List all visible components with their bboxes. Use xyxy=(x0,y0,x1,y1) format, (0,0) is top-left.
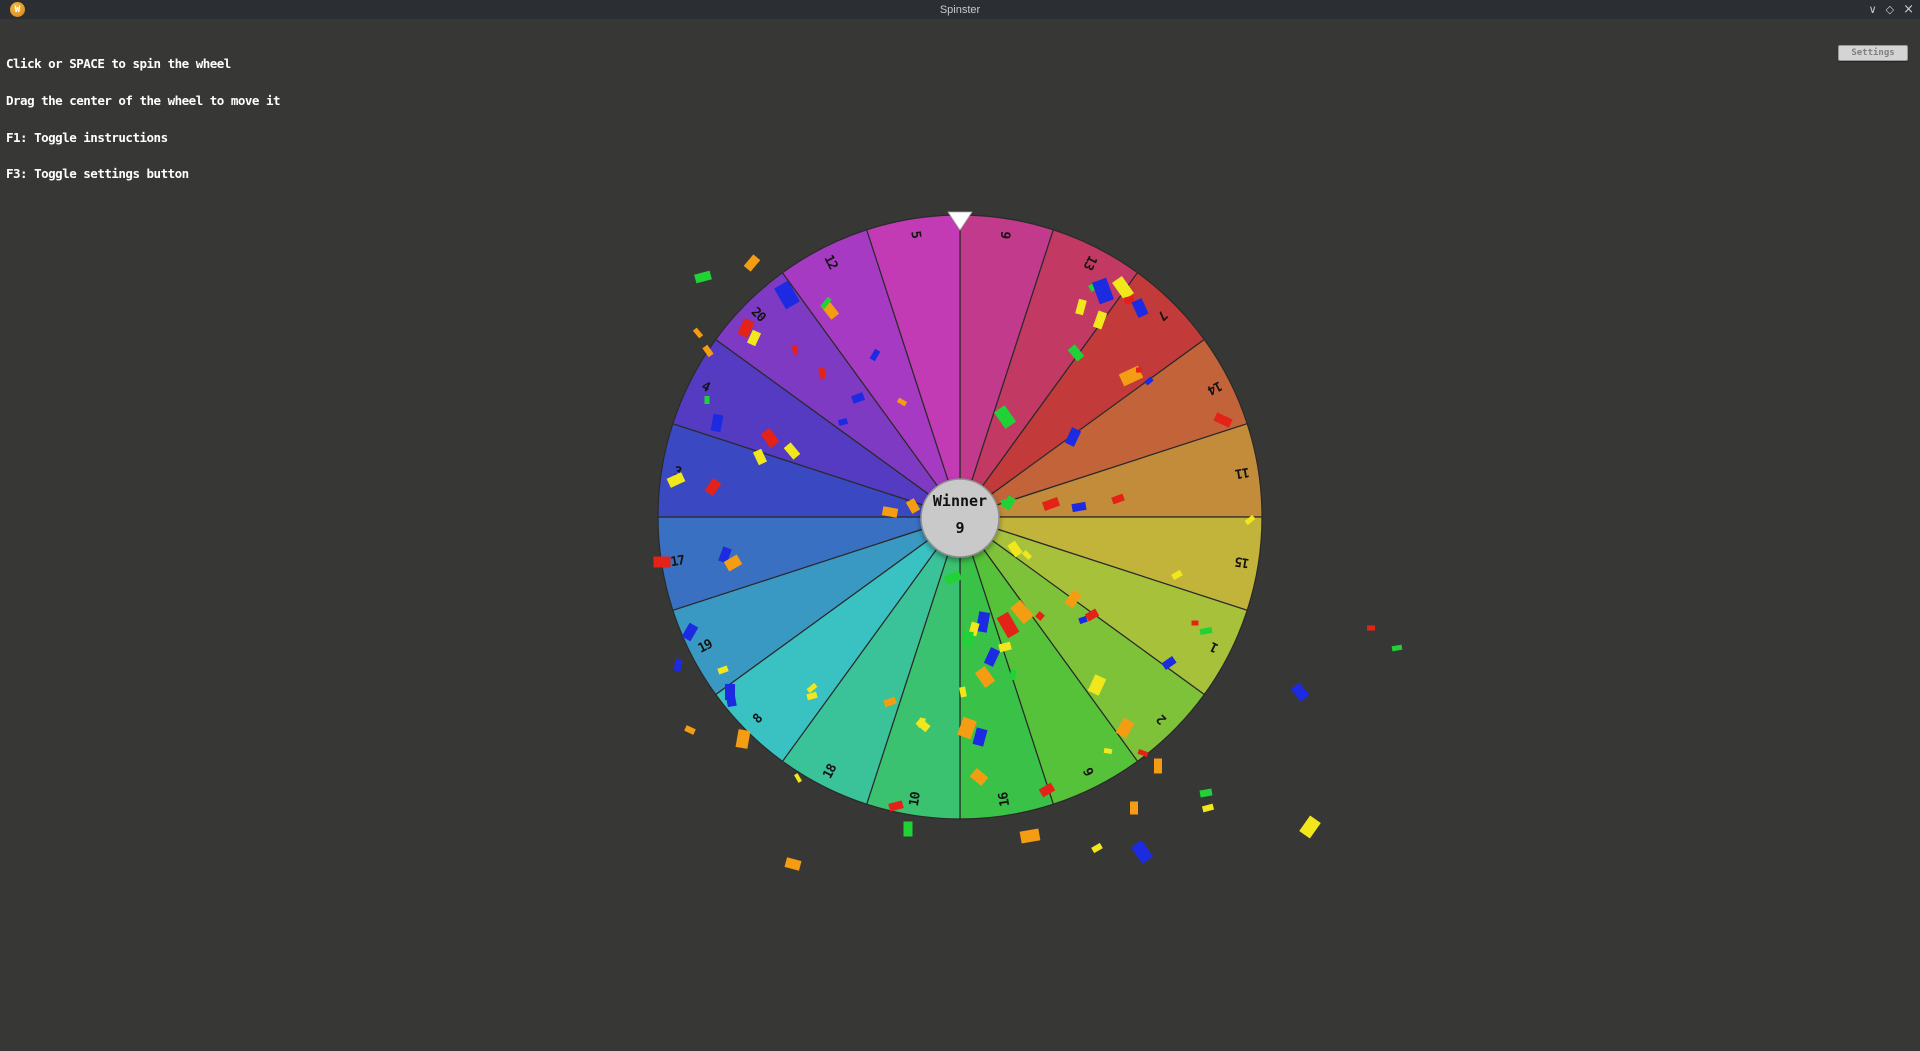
confetti-piece xyxy=(1192,621,1199,626)
confetti-piece xyxy=(1299,815,1321,838)
confetti-piece xyxy=(684,725,696,735)
winner-label: Winner xyxy=(933,492,987,510)
winner-value: 9 xyxy=(955,519,964,537)
wheel-area[interactable]: 9137141115126161018819173420125Winner9 xyxy=(0,19,1920,1047)
confetti-piece xyxy=(744,254,761,271)
window-title: Spinster xyxy=(0,4,1920,16)
confetti-piece xyxy=(1291,682,1310,701)
confetti-piece xyxy=(1392,645,1403,652)
close-icon[interactable]: × xyxy=(1903,0,1914,19)
confetti-piece xyxy=(1202,804,1214,813)
confetti-piece xyxy=(784,857,801,871)
wheel-segment-label: 17 xyxy=(670,553,686,570)
confetti-piece xyxy=(693,328,703,339)
titlebar[interactable]: W Spinster ∨ ◇ × xyxy=(0,0,1920,19)
confetti-piece xyxy=(1199,789,1212,798)
confetti-piece xyxy=(904,822,913,837)
confetti-piece xyxy=(654,557,671,568)
confetti-piece xyxy=(1020,828,1041,843)
confetti-piece xyxy=(794,773,802,783)
maximize-icon[interactable]: ◇ xyxy=(1886,0,1894,19)
confetti-piece xyxy=(962,631,973,647)
confetti-piece xyxy=(1091,843,1103,853)
confetti-piece xyxy=(819,367,826,378)
confetti-piece xyxy=(694,271,712,284)
confetti-piece xyxy=(1130,802,1138,815)
confetti-piece xyxy=(705,396,710,404)
confetti-piece xyxy=(1367,626,1375,631)
wheel-hub[interactable] xyxy=(921,479,999,557)
minimize-icon[interactable]: ∨ xyxy=(1869,0,1877,19)
confetti-piece xyxy=(674,658,683,671)
confetti-piece xyxy=(1131,840,1153,864)
confetti-piece xyxy=(1136,368,1142,373)
wheel-segment-label: 15 xyxy=(1234,553,1250,570)
app-icon: W xyxy=(10,2,25,17)
confetti-piece xyxy=(1154,759,1162,774)
window-controls: ∨ ◇ × xyxy=(1869,0,1914,19)
spinner-wheel-canvas[interactable]: 9137141115126161018819173420125Winner9 xyxy=(0,19,1920,1047)
confetti-piece xyxy=(736,729,751,749)
